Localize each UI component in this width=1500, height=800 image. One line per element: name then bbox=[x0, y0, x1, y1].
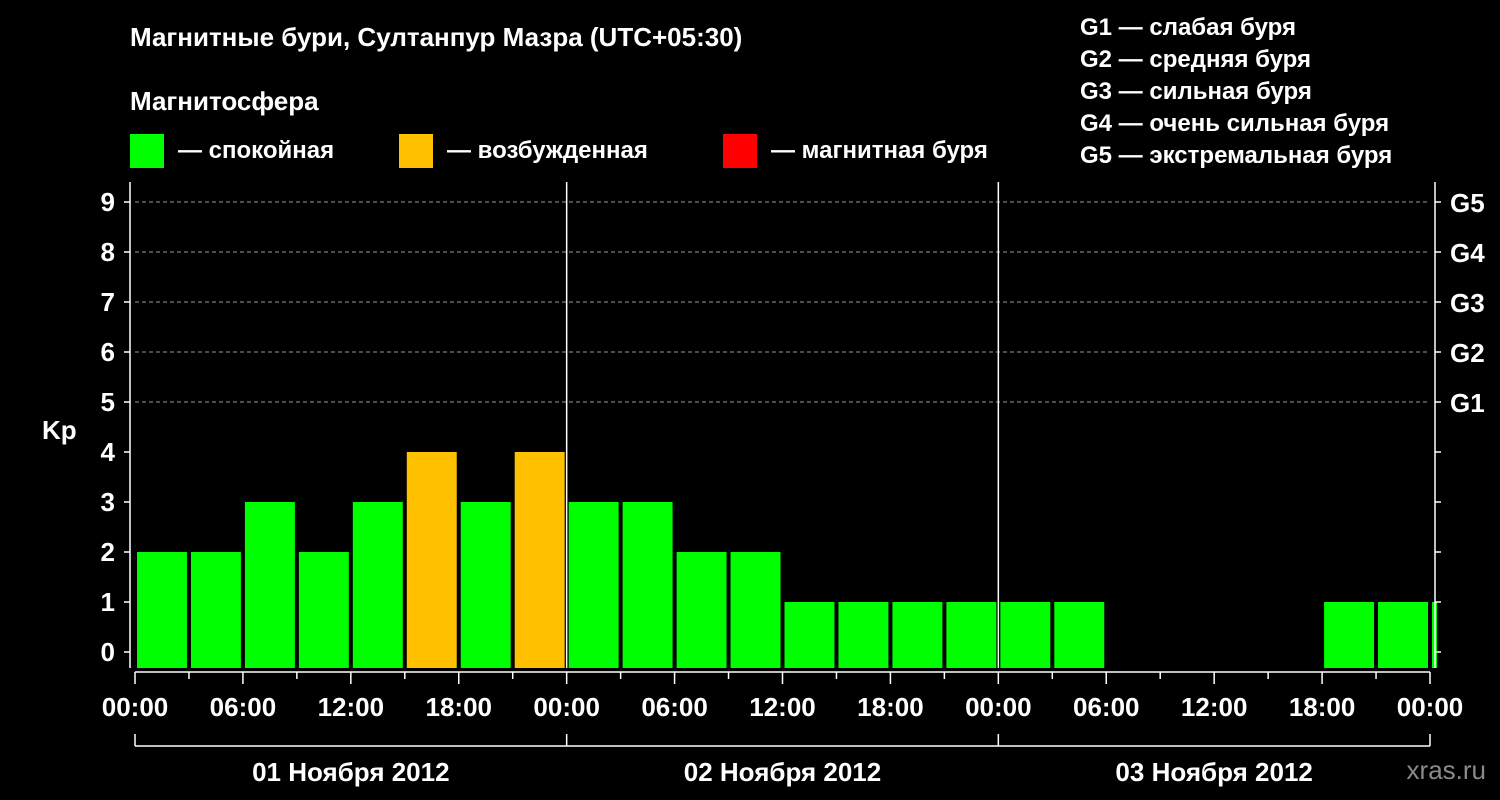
kp-bar-11 bbox=[730, 552, 781, 668]
kp-bar-14 bbox=[892, 602, 943, 668]
kp-bar-18 bbox=[1324, 602, 1375, 668]
x-tick-label-2: 12:00 bbox=[318, 692, 385, 722]
y-tick-label-5: 5 bbox=[101, 387, 115, 417]
kp-bars bbox=[137, 452, 1437, 668]
x-tick-label-12: 00:00 bbox=[1397, 692, 1464, 722]
y-tick-label-3: 3 bbox=[101, 487, 115, 517]
x-tick-label-3: 18:00 bbox=[426, 692, 493, 722]
kp-bar-5 bbox=[406, 452, 457, 668]
x-tick-label-10: 12:00 bbox=[1181, 692, 1248, 722]
g-label-g1: G1 bbox=[1450, 388, 1485, 418]
kp-bar-17 bbox=[1054, 602, 1105, 668]
kp-bar-1 bbox=[190, 552, 241, 668]
kp-bar-0 bbox=[137, 552, 187, 668]
g-label-g5: G5 bbox=[1450, 188, 1485, 218]
kp-bar-10 bbox=[676, 552, 727, 668]
g-label-g3: G3 bbox=[1450, 288, 1485, 318]
watermark: xras.ru bbox=[1406, 755, 1486, 785]
y-tick-label-2: 2 bbox=[101, 537, 115, 567]
kp-bar-2 bbox=[244, 502, 295, 668]
x-tick-label-0: 00:00 bbox=[102, 692, 169, 722]
x-tick-label-9: 06:00 bbox=[1073, 692, 1140, 722]
y-tick-label-4: 4 bbox=[101, 437, 116, 467]
kp-bar-7 bbox=[514, 452, 565, 668]
x-tick-label-5: 06:00 bbox=[641, 692, 708, 722]
grid bbox=[135, 201, 1430, 403]
x-tick-label-4: 00:00 bbox=[533, 692, 600, 722]
kp-bar-4 bbox=[352, 502, 403, 668]
kp-bar-9 bbox=[622, 502, 673, 668]
axis-labels: 0 1 2 3 4 5 6 7 8 9 G1 G2 G3 G4 G5 Kp 00:00 06:00 12:00 18:… bbox=[42, 187, 1485, 787]
x-tick-label-8: 00:00 bbox=[965, 692, 1032, 722]
y-tick-label-7: 7 bbox=[101, 287, 115, 317]
kp-bar-15 bbox=[946, 602, 997, 668]
g-label-g2: G2 bbox=[1450, 338, 1485, 368]
kp-bar-12 bbox=[784, 602, 835, 668]
x-tick-label-7: 18:00 bbox=[857, 692, 924, 722]
kp-bar-8 bbox=[568, 502, 619, 668]
kp-bar-19 bbox=[1378, 602, 1428, 668]
day-label-1: 01 Ноября 2012 bbox=[252, 757, 449, 787]
kp-bar-3 bbox=[298, 552, 349, 668]
y-tick-label-9: 9 bbox=[101, 187, 115, 217]
kp-bar-16 bbox=[1000, 602, 1051, 668]
y-tick-label-6: 6 bbox=[101, 337, 115, 367]
kp-bar-13 bbox=[838, 602, 889, 668]
y-tick-label-1: 1 bbox=[101, 587, 115, 617]
y-tick-label-0: 0 bbox=[101, 637, 115, 667]
x-tick-label-11: 18:00 bbox=[1289, 692, 1356, 722]
x-tick-label-6: 12:00 bbox=[749, 692, 816, 722]
kp-bar-6 bbox=[460, 502, 511, 668]
day-label-3: 03 Ноября 2012 bbox=[1115, 757, 1312, 787]
y-tick-label-8: 8 bbox=[101, 237, 115, 267]
x-tick-label-1: 06:00 bbox=[210, 692, 277, 722]
y-axis-label: Kp bbox=[42, 415, 77, 445]
kp-chart: 0 1 2 3 4 5 6 7 8 9 G1 G2 G3 G4 G5 Kp 00:00 06:00 12:00 18:… bbox=[42, 182, 1485, 787]
day-label-2: 02 Ноября 2012 bbox=[684, 757, 881, 787]
g-label-g4: G4 bbox=[1450, 238, 1485, 268]
